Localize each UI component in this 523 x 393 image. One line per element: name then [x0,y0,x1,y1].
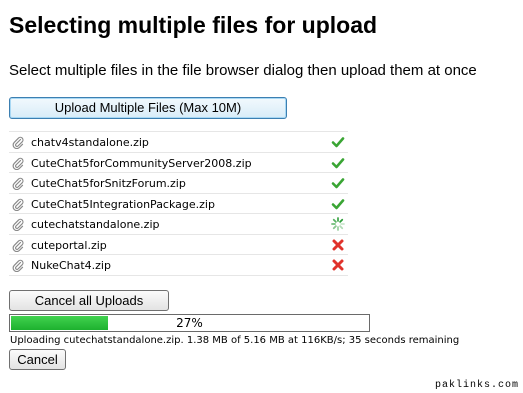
upload-multiple-files-button[interactable]: Upload Multiple Files (Max 10M) [9,97,287,119]
file-name: NukeChat4.zip [31,259,111,272]
file-name: CuteChat5IntegrationPackage.zip [31,197,215,211]
paperclip-icon [12,136,24,150]
paperclip-icon [12,239,24,252]
file-name: chatv4standalone.zip [31,136,149,149]
upload-progress-bar: 27% [9,314,370,332]
paperclip-icon [12,218,24,232]
watermark-text: paklinks.com [434,380,519,391]
file-row: cutechatstandalone.zip [9,214,348,235]
page-title: Selecting multiple files for upload [9,12,378,38]
file-row: CuteChat5forSnitzForum.zip [9,173,348,194]
check-icon [331,135,345,149]
check-icon [331,156,345,170]
check-icon [331,197,345,211]
paperclip-icon [12,157,24,170]
progress-percent-label: 27% [176,316,203,330]
file-list: chatv4standalone.zip CuteChat5forCommunit… [9,131,348,276]
file-name: CuteChat5forSnitzForum.zip [31,177,186,190]
file-row: chatv4standalone.zip [9,132,348,153]
file-row: cuteportal.zip [9,235,348,255]
page-subtitle: Select multiple files in the file browse… [9,62,477,79]
file-name: cuteportal.zip [31,238,107,252]
paperclip-icon [12,177,24,191]
remove-icon[interactable] [331,238,345,252]
remove-icon[interactable] [331,258,345,272]
spinner-icon [331,217,345,231]
cancel-all-uploads-button[interactable]: Cancel all Uploads [9,290,169,311]
file-name: cutechatstandalone.zip [31,218,160,231]
check-icon [331,176,345,190]
progress-status-text: Uploading cutechatstandalone.zip. 1.38 M… [10,335,460,346]
paperclip-icon [12,259,24,273]
file-row: NukeChat4.zip [9,255,348,276]
file-row: CuteChat5IntegrationPackage.zip [9,194,348,214]
file-row: CuteChat5forCommunityServer2008.zip [9,153,348,173]
cancel-button[interactable]: Cancel [9,349,66,370]
paperclip-icon [12,198,24,211]
file-name: CuteChat5forCommunityServer2008.zip [31,156,252,170]
